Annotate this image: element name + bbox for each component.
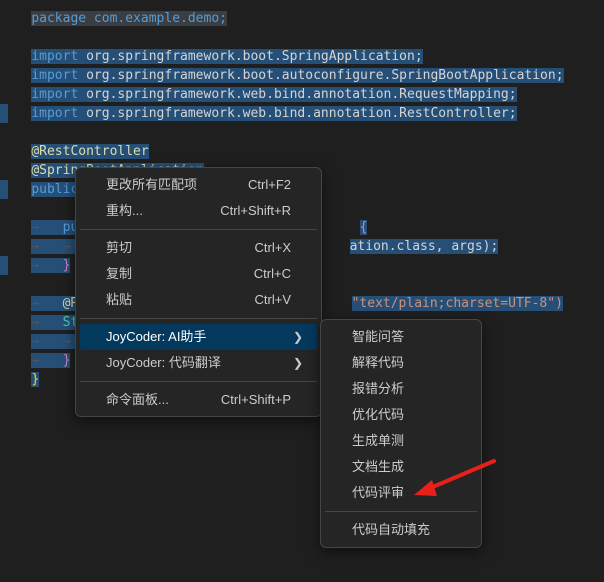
code-line: @SpringBootApplication (0, 142, 204, 178)
menu-item-paste[interactable]: 粘贴 Ctrl+V (80, 287, 317, 313)
code-line (0, 180, 8, 199)
menu-item-shortcut: Ctrl+C (253, 266, 291, 281)
menu-item-label: 复制 (106, 266, 133, 281)
submenu-item-explain-code[interactable]: 解释代码 (325, 350, 477, 376)
code-line (0, 104, 8, 123)
menu-item-change-all-occurrences[interactable]: 更改所有匹配项 Ctrl+F2 (80, 172, 317, 198)
code-line: import org.springframework.boot.SpringAp… (0, 28, 423, 64)
menu-item-label: 智能问答 (352, 329, 405, 344)
menu-item-shortcut: Ctrl+X (254, 240, 291, 255)
close-brace: } (62, 258, 71, 273)
submenu-item-generate-unit-test[interactable]: 生成单测 (325, 428, 477, 454)
context-menu: 更改所有匹配项 Ctrl+F2 重构... Ctrl+Shift+R 剪切 Ct… (75, 167, 322, 417)
menu-item-refactor[interactable]: 重构... Ctrl+Shift+R (80, 198, 317, 224)
menu-item-joycoder-ai-assistant[interactable]: JoyCoder: AI助手 ❯ (80, 324, 317, 350)
code-line (0, 256, 8, 275)
request-string: "text/plain;charset=UTF-8") (351, 296, 563, 311)
submenu-item-code-autocomplete[interactable]: 代码自动填充 (325, 517, 477, 543)
menu-separator (325, 511, 477, 512)
menu-item-label: 更改所有匹配项 (106, 177, 198, 192)
menu-item-shortcut: Ctrl+Shift+P (220, 392, 291, 407)
menu-item-label: 生成单测 (352, 433, 405, 448)
menu-item-shortcut: Ctrl+Shift+R (220, 203, 291, 218)
chevron-right-icon: ❯ (292, 330, 303, 344)
close-brace: } (62, 353, 71, 368)
menu-item-command-palette[interactable]: 命令面板... Ctrl+Shift+P (80, 387, 317, 413)
menu-item-joycoder-code-translate[interactable]: JoyCoder: 代码翻译 ❯ (80, 350, 317, 376)
menu-separator (80, 318, 317, 319)
package-text: package com.example.demo; (31, 11, 227, 26)
menu-item-shortcut: Ctrl+F2 (248, 177, 291, 192)
menu-item-label: 文档生成 (352, 459, 405, 474)
submenu-item-smart-qa[interactable]: 智能问答 (325, 324, 477, 350)
code-line: import org.springframework.boot.autoconf… (0, 47, 564, 83)
menu-item-label: 优化代码 (352, 407, 405, 422)
submenu-ai-assistant: 智能问答 解释代码 报错分析 优化代码 生成单测 文档生成 代码评审 代码自动填… (320, 319, 482, 548)
menu-item-label: 报错分析 (352, 381, 405, 396)
menu-item-label: 重构... (106, 203, 143, 218)
import-keyword: import (31, 106, 79, 121)
menu-item-label: 解释代码 (352, 355, 405, 370)
menu-separator (80, 381, 317, 382)
menu-item-label: 代码评审 (352, 485, 405, 500)
red-arrow-icon (414, 459, 496, 496)
close-brace: } (31, 372, 40, 387)
menu-item-label: 剪切 (106, 240, 133, 255)
code-line: → } (31, 353, 71, 368)
menu-item-copy[interactable]: 复制 Ctrl+C (80, 261, 317, 287)
code-line: import org.springframework.web.bind.anno… (0, 66, 517, 102)
menu-item-label: 代码自动填充 (352, 522, 431, 537)
menu-item-label: 命令面板... (106, 392, 169, 407)
code-line: package com.example.demo; (0, 0, 227, 26)
menu-item-label: JoyCoder: AI助手 (106, 329, 207, 344)
menu-item-label: 粘贴 (106, 292, 133, 307)
menu-item-cut[interactable]: 剪切 Ctrl+X (80, 235, 317, 261)
import-text: org.springframework.web.bind.annotation.… (86, 106, 517, 121)
code-line: import org.springframework.web.bind.anno… (0, 85, 517, 121)
submenu-item-optimize-code[interactable]: 优化代码 (325, 402, 477, 428)
menu-item-shortcut: Ctrl+V (254, 292, 291, 307)
submenu-item-error-analysis[interactable]: 报错分析 (325, 376, 477, 402)
chevron-right-icon: ❯ (292, 356, 303, 370)
code-line: → } (31, 258, 71, 273)
menu-separator (80, 229, 317, 230)
code-line: } (0, 351, 40, 387)
menu-item-label: JoyCoder: 代码翻译 (106, 355, 221, 370)
code-line: @RestController (0, 123, 149, 159)
method-body-end: ation.class, args); (349, 239, 499, 254)
